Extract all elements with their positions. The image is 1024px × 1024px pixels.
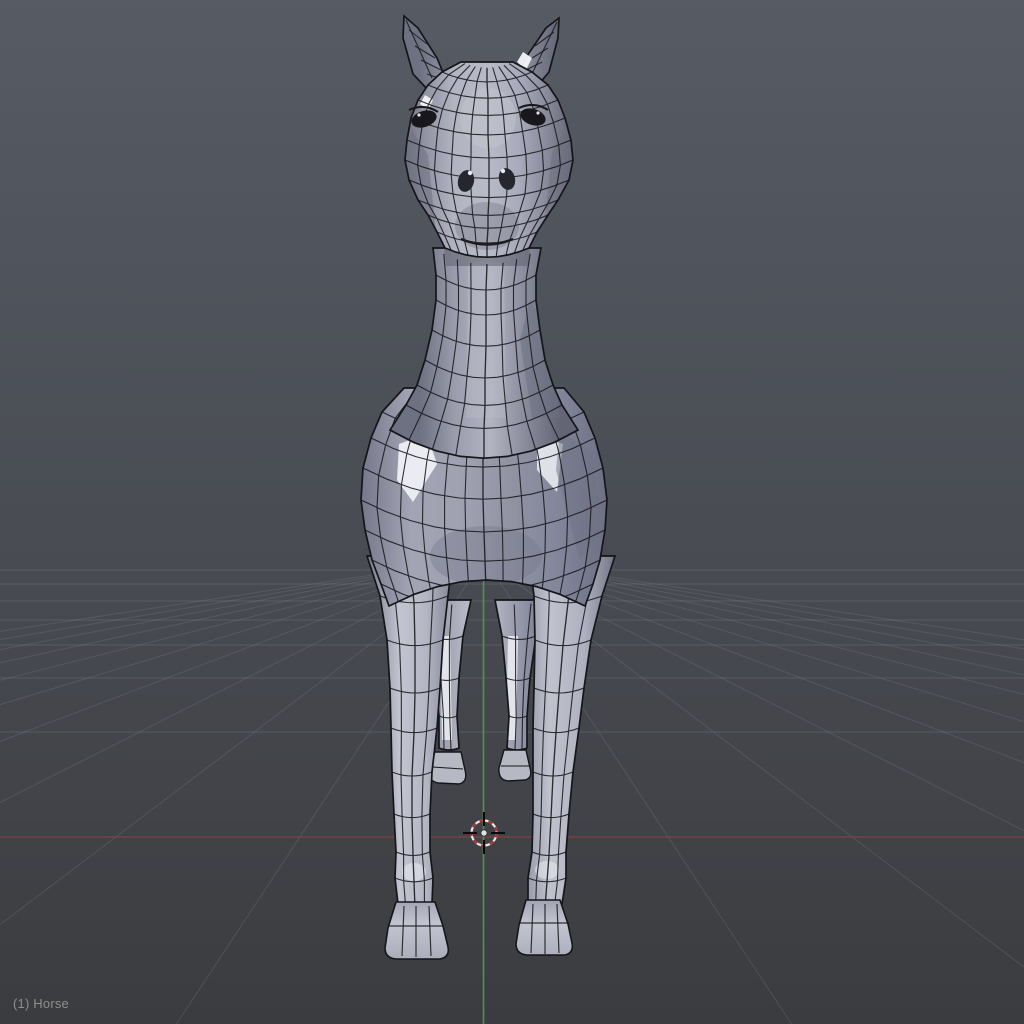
- horse-part-hooves-hind: [429, 750, 531, 784]
- viewport-info-text: (1) Horse: [13, 996, 69, 1011]
- viewport-canvas[interactable]: [0, 0, 1024, 1024]
- horse-part-head: [404, 62, 574, 257]
- 3d-cursor[interactable]: [463, 812, 505, 854]
- horse-part-hooves-front: [385, 900, 572, 959]
- horse-model[interactable]: [361, 16, 615, 959]
- horse-part-neck: [390, 248, 578, 458]
- blender-3d-viewport[interactable]: (1) Horse: [0, 0, 1024, 1024]
